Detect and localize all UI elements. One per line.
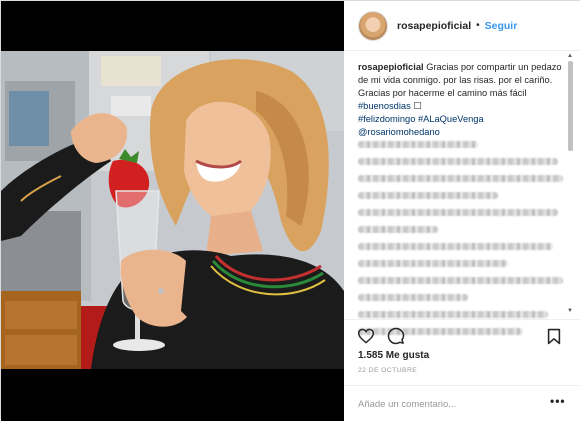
blurred-line	[358, 243, 553, 250]
separator-dot: •	[476, 20, 480, 31]
blurred-line	[358, 311, 548, 318]
follow-button[interactable]: Seguir	[485, 20, 518, 32]
caption-emoji: ☐	[410, 101, 422, 111]
blurred-line	[358, 209, 558, 216]
blurred-line	[358, 260, 508, 267]
blurred-comments	[358, 141, 568, 345]
avatar[interactable]	[358, 10, 388, 41]
post-header: rosapepioficial • Seguir	[344, 1, 580, 51]
blurred-line	[358, 294, 468, 301]
bookmark-icon[interactable]	[544, 326, 564, 346]
blurred-line	[358, 277, 563, 284]
hashtag-buenosdias[interactable]: #buenosdias	[358, 101, 411, 111]
comment-bubble-icon[interactable]	[386, 326, 406, 346]
header-username[interactable]: rosapepioficial	[397, 20, 471, 32]
post-date: 22 DE OCTUBRE	[358, 367, 418, 374]
post-caption: rosapepioficial Gracias por compartir un…	[358, 61, 568, 139]
blurred-line	[358, 192, 498, 199]
likes-count[interactable]: 1.585 Me gusta	[358, 350, 429, 361]
blurred-line	[358, 141, 478, 148]
more-options-icon[interactable]: •••	[550, 394, 566, 408]
hashtag-felizdomingo[interactable]: #felizdomingo	[358, 114, 415, 124]
post-media	[1, 1, 344, 421]
blurred-line	[358, 226, 438, 233]
scroll-up-arrow-icon[interactable]: ▲	[567, 53, 573, 59]
blurred-line	[358, 158, 558, 165]
heart-icon[interactable]	[356, 326, 376, 346]
scroll-down-arrow-icon[interactable]: ▼	[567, 308, 573, 314]
comment-input[interactable]	[358, 396, 538, 412]
scrollbar-thumb[interactable]	[568, 61, 573, 151]
blurred-line	[358, 175, 563, 182]
mention-rosariomohedano[interactable]: @rosariomohedano	[358, 127, 440, 137]
instagram-post-frame: rosapepioficial • Seguir rosapepioficial…	[0, 0, 580, 421]
caption-username[interactable]: rosapepioficial	[358, 62, 424, 72]
photo-illustration	[1, 51, 344, 369]
comment-bar: •••	[344, 385, 580, 421]
post-photo[interactable]	[1, 51, 344, 369]
hashtag-alaquevenga[interactable]: #ALaQueVenga	[418, 114, 484, 124]
post-actions	[344, 319, 580, 349]
